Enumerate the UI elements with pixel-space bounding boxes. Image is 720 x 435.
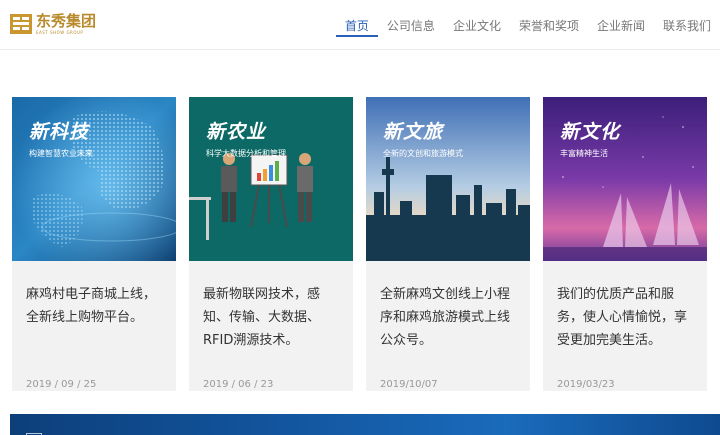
nav-item-news[interactable]: 企业新闻 xyxy=(588,0,654,50)
card-tech[interactable]: 新科技 构建智慧农业未来 麻鸡村电子商城上线，全新线上购物平台。 2019 / … xyxy=(12,97,176,391)
card-image-agriculture: 新农业 科学大数据分析和管理 xyxy=(189,97,353,261)
card-title: 新文旅 xyxy=(383,121,444,143)
card-text: 全新麻鸡文创线上小程序和麻鸡旅游模式上线公众号。 xyxy=(380,287,511,348)
card-image-tourism: 新文旅 全新的文创和旅游模式 xyxy=(366,97,530,261)
card-image-culture: 新文化 丰富精神生活 xyxy=(543,97,707,261)
nav-item-culture[interactable]: 企业文化 xyxy=(444,0,510,50)
nav-item-honors[interactable]: 荣誉和奖项 xyxy=(510,0,588,50)
nav-item-company-info[interactable]: 公司信息 xyxy=(378,0,444,50)
card-text: 我们的优质产品和服务，使人心情愉悦，享受更加完美生活。 xyxy=(557,287,688,348)
card-date: 2019/10/07 xyxy=(380,379,438,390)
card-date: 2019 / 06 / 23 xyxy=(203,379,274,390)
main-content: 新科技 构建智慧农业未来 麻鸡村电子商城上线，全新线上购物平台。 2019 / … xyxy=(0,51,720,435)
card-subtitle: 科学大数据分析和管理 xyxy=(206,149,286,158)
logo-mark-icon xyxy=(10,13,32,35)
nav-item-contact[interactable]: 联系我们 xyxy=(654,0,720,50)
card-title: 新文化 xyxy=(560,121,621,143)
feature-cards: 新科技 构建智慧农业未来 麻鸡村电子商城上线，全新线上购物平台。 2019 / … xyxy=(12,97,707,391)
card-subtitle: 丰富精神生活 xyxy=(560,149,608,158)
card-text: 最新物联网技术，感知、传输、大数据、RFID溯源技术。 xyxy=(203,287,321,348)
bottom-banner xyxy=(10,414,720,435)
card-date: 2019/03/23 xyxy=(557,379,615,390)
card-title: 新科技 xyxy=(29,121,90,143)
card-text: 麻鸡村电子商城上线，全新线上购物平台。 xyxy=(26,287,157,325)
site-header: 东秀集团 EAST SHOW GROUP 首页 公司信息 企业文化 荣誉和奖项 … xyxy=(0,0,720,50)
card-image-tech: 新科技 构建智慧农业未来 xyxy=(12,97,176,261)
card-agriculture[interactable]: 新农业 科学大数据分析和管理 最新物联网技术，感知、传输、大数据、RFID溯源技… xyxy=(189,97,353,391)
card-subtitle: 构建智慧农业未来 xyxy=(29,149,93,158)
card-title: 新农业 xyxy=(206,121,267,143)
brand-name: 东秀集团 xyxy=(36,11,97,30)
card-subtitle: 全新的文创和旅游模式 xyxy=(383,149,463,158)
main-nav: 首页 公司信息 企业文化 荣誉和奖项 企业新闻 联系我们 xyxy=(335,0,720,50)
card-tourism[interactable]: 新文旅 全新的文创和旅游模式 全新麻鸡文创线上小程序和麻鸡旅游模式上线公众号。 … xyxy=(366,97,530,391)
card-date: 2019 / 09 / 25 xyxy=(26,379,97,390)
nav-item-home[interactable]: 首页 xyxy=(335,0,378,50)
brand-logo[interactable]: 东秀集团 EAST SHOW GROUP xyxy=(10,11,96,37)
card-culture[interactable]: 新文化 丰富精神生活 我们的优质产品和服务，使人心情愉悦，享受更加完美生活。 2… xyxy=(543,97,707,391)
brand-name-en: EAST SHOW GROUP xyxy=(36,29,84,35)
